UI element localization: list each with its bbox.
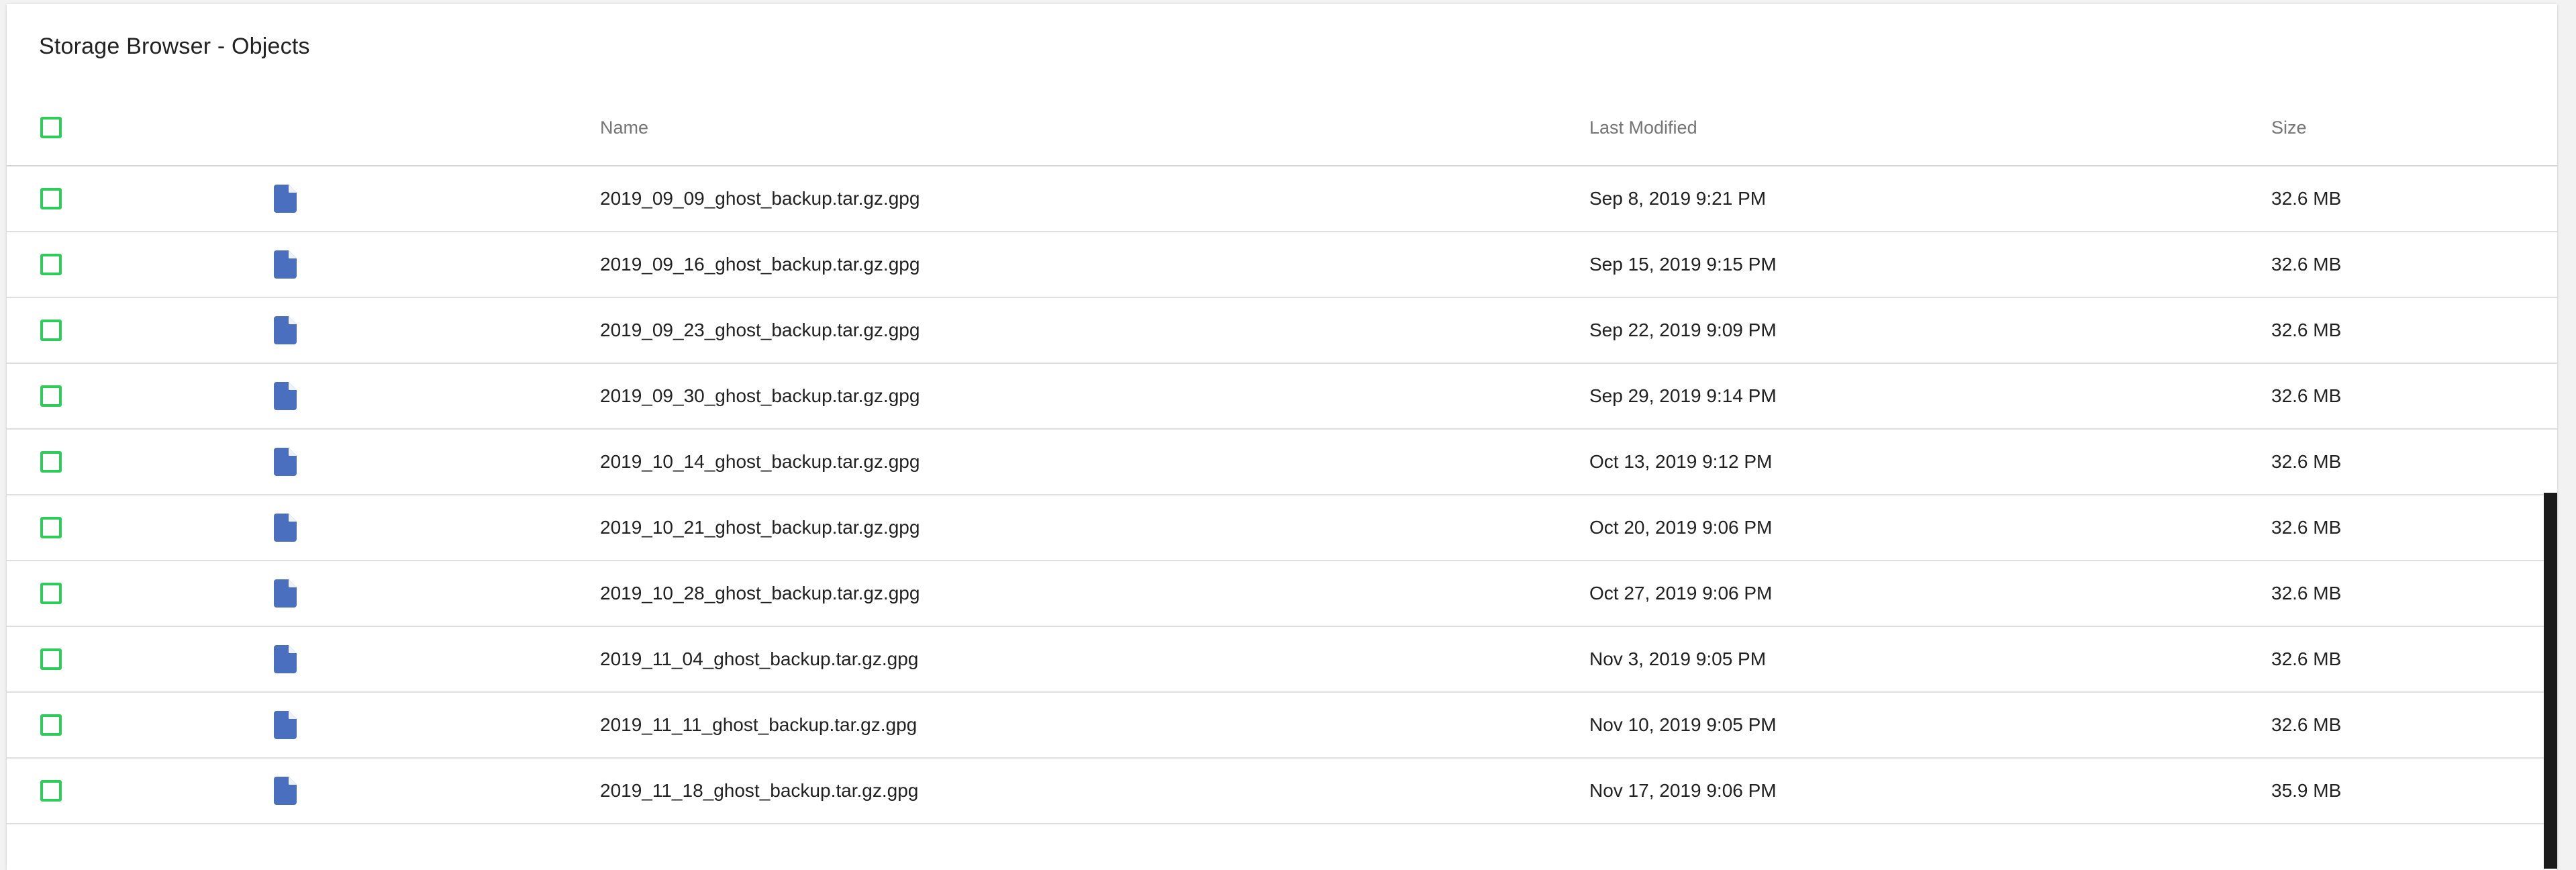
row-checkbox[interactable] — [40, 320, 62, 341]
object-size: 32.6 MB — [2271, 714, 2342, 735]
table-row[interactable]: 2019_10_14_ghost_backup.tar.gz.gpg Oct 13… — [7, 430, 2557, 495]
object-size: 32.6 MB — [2271, 385, 2342, 406]
object-last-modified: Oct 13, 2019 9:12 PM — [1589, 451, 1773, 472]
file-icon — [274, 298, 297, 362]
object-last-modified: Nov 10, 2019 9:05 PM — [1589, 714, 1777, 735]
object-name[interactable]: 2019_09_30_ghost_backup.tar.gz.gpg — [600, 364, 920, 428]
object-name[interactable]: 2019_11_04_ghost_backup.tar.gz.gpg — [600, 627, 918, 691]
column-header-size[interactable]: Size — [2271, 90, 2307, 165]
table-row[interactable]: 2019_11_18_ghost_backup.tar.gz.gpg Nov 17… — [7, 759, 2557, 824]
row-checkbox[interactable] — [40, 188, 62, 209]
object-size: 32.6 MB — [2271, 254, 2342, 275]
row-checkbox[interactable] — [40, 385, 62, 407]
object-name[interactable]: 2019_10_21_ghost_backup.tar.gz.gpg — [600, 495, 920, 560]
row-checkbox[interactable] — [40, 517, 62, 538]
select-all-checkbox[interactable] — [40, 117, 62, 138]
column-header-last-modified[interactable]: Last Modified — [1589, 90, 1697, 165]
row-checkbox[interactable] — [40, 780, 62, 802]
object-last-modified: Oct 20, 2019 9:06 PM — [1589, 517, 1773, 538]
object-size: 32.6 MB — [2271, 517, 2342, 538]
file-icon — [274, 364, 297, 428]
row-checkbox[interactable] — [40, 583, 62, 604]
object-size: 32.6 MB — [2271, 583, 2342, 603]
row-checkbox[interactable] — [40, 254, 62, 275]
file-icon — [274, 232, 297, 297]
object-name[interactable]: 2019_09_16_ghost_backup.tar.gz.gpg — [600, 232, 920, 297]
object-name[interactable]: 2019_10_28_ghost_backup.tar.gz.gpg — [600, 561, 920, 626]
table-row[interactable]: 2019_09_16_ghost_backup.tar.gz.gpg Sep 15… — [7, 232, 2557, 298]
page-title: Storage Browser - Objects — [39, 34, 310, 59]
row-checkbox[interactable] — [40, 648, 62, 670]
table-row[interactable]: 2019_09_09_ghost_backup.tar.gz.gpg Sep 8,… — [7, 166, 2557, 232]
object-size: 32.6 MB — [2271, 451, 2342, 472]
table-row[interactable]: 2019_11_04_ghost_backup.tar.gz.gpg Nov 3,… — [7, 627, 2557, 693]
object-last-modified: Sep 15, 2019 9:15 PM — [1589, 254, 1777, 275]
object-size: 32.6 MB — [2271, 648, 2342, 669]
object-last-modified: Sep 8, 2019 9:21 PM — [1589, 188, 1767, 209]
row-checkbox[interactable] — [40, 451, 62, 473]
object-size: 32.6 MB — [2271, 188, 2342, 209]
object-last-modified: Nov 3, 2019 9:05 PM — [1589, 648, 1767, 669]
vertical-scrollbar[interactable] — [2544, 493, 2557, 869]
object-size: 35.9 MB — [2271, 780, 2342, 801]
file-icon — [274, 495, 297, 560]
object-last-modified: Sep 22, 2019 9:09 PM — [1589, 320, 1777, 340]
object-name[interactable]: 2019_11_18_ghost_backup.tar.gz.gpg — [600, 759, 918, 823]
file-icon — [274, 759, 297, 823]
objects-table: Name Last Modified Size 2019_09_09_ghost… — [7, 90, 2557, 824]
table-row[interactable]: 2019_09_30_ghost_backup.tar.gz.gpg Sep 29… — [7, 364, 2557, 430]
file-icon — [274, 166, 297, 231]
file-icon — [274, 561, 297, 626]
object-last-modified: Sep 29, 2019 9:14 PM — [1589, 385, 1777, 406]
file-icon — [274, 430, 297, 494]
table-row[interactable]: 2019_11_11_ghost_backup.tar.gz.gpg Nov 10… — [7, 693, 2557, 759]
table-row[interactable]: 2019_10_21_ghost_backup.tar.gz.gpg Oct 20… — [7, 495, 2557, 561]
row-checkbox[interactable] — [40, 714, 62, 736]
object-name[interactable]: 2019_09_23_ghost_backup.tar.gz.gpg — [600, 298, 920, 362]
object-last-modified: Nov 17, 2019 9:06 PM — [1589, 780, 1777, 801]
table-body: 2019_09_09_ghost_backup.tar.gz.gpg Sep 8,… — [7, 166, 2557, 824]
file-icon — [274, 693, 297, 757]
storage-browser-card: Storage Browser - Objects Name Last Modi… — [7, 4, 2557, 870]
object-name[interactable]: 2019_10_14_ghost_backup.tar.gz.gpg — [600, 430, 920, 494]
table-row[interactable]: 2019_09_23_ghost_backup.tar.gz.gpg Sep 22… — [7, 298, 2557, 364]
column-header-name[interactable]: Name — [600, 90, 648, 165]
table-header: Name Last Modified Size — [7, 90, 2557, 166]
object-name[interactable]: 2019_11_11_ghost_backup.tar.gz.gpg — [600, 693, 917, 757]
object-last-modified: Oct 27, 2019 9:06 PM — [1589, 583, 1773, 603]
file-icon — [274, 627, 297, 691]
table-row[interactable]: 2019_10_28_ghost_backup.tar.gz.gpg Oct 27… — [7, 561, 2557, 627]
object-name[interactable]: 2019_09_09_ghost_backup.tar.gz.gpg — [600, 166, 920, 231]
object-size: 32.6 MB — [2271, 320, 2342, 340]
